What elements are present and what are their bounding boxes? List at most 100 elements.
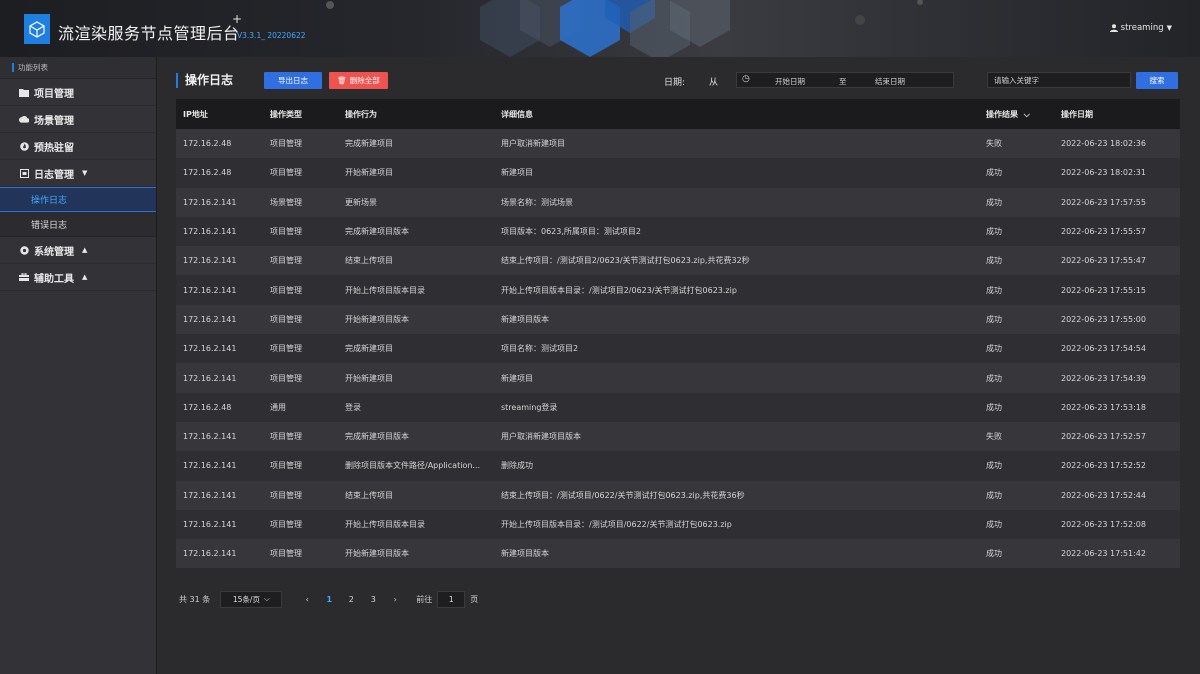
next-page-button[interactable]: ›: [384, 595, 406, 604]
cell-ip: 172.16.2.48: [183, 402, 232, 412]
sidebar-item-log[interactable]: 日志管理 ▼: [0, 160, 156, 187]
delete-all-label: 删除全部: [349, 76, 380, 85]
table-row[interactable]: 172.16.2.141 项目管理 完成新建项目版本 项目版本：0623,所属项目：测…: [176, 216, 1180, 247]
page-size-select[interactable]: 15条/页 ⌵: [220, 590, 283, 608]
caret-down-icon: ▼: [82, 169, 88, 177]
sidebar-item-scene[interactable]: 场景管理: [0, 106, 156, 133]
cube-icon: [29, 21, 45, 38]
cell-action: 更新场景: [345, 197, 377, 207]
cell-detail: 开始上传项目版本目录：/测试项目/0622/关节测试打包0623.zip: [501, 520, 732, 529]
cell-action: 开始新建项目: [345, 373, 393, 383]
cell-ip: 172.16.2.141: [183, 314, 237, 324]
cell-detail: 新建项目: [501, 168, 533, 178]
cell-detail: 删除成功: [501, 461, 533, 471]
cell-result: 成功: [986, 256, 1002, 266]
cell-detail: 结束上传项目：/测试项目/0622/关节测试打包0623.zip,共花费36秒: [501, 490, 745, 500]
sidebar-item-tools[interactable]: 辅助工具 ▲: [0, 264, 156, 291]
end-date-input[interactable]: 结束日期: [875, 76, 905, 87]
table-row[interactable]: 172.16.2.141 项目管理 开始上传项目版本目录 开始上传项目版本目录：/测试…: [176, 509, 1180, 540]
sidebar-subitem-error-log[interactable]: 错误日志: [0, 212, 156, 237]
sidebar-caption: 功能列表: [0, 57, 156, 79]
log-icon: [19, 168, 29, 178]
cell-type: 项目管理: [270, 490, 302, 500]
cell-type: 项目管理: [270, 227, 302, 237]
cell-detail: 新建项目: [501, 373, 533, 383]
page-button-1[interactable]: 1: [318, 595, 340, 604]
cell-action: 完成新建项目版本: [345, 227, 409, 237]
table-row[interactable]: 172.16.2.141 项目管理 开始上传项目版本目录 开始上传项目版本目录：/测试…: [176, 275, 1180, 305]
table-row[interactable]: 172.16.2.141 项目管理 开始新建项目版本 新建项目版本 成功 2022-06-…: [176, 539, 1180, 569]
table-row[interactable]: 172.16.2.141 场景管理 更新场景 场景名称：测试场景 成功 2022-06-2…: [176, 187, 1180, 217]
table-row[interactable]: 172.16.2.48 项目管理 开始新建项目 新建项目 成功 2022-06-23 18…: [176, 158, 1180, 188]
user-menu[interactable]: streaming ▼: [1109, 23, 1172, 33]
sidebar-item-project[interactable]: 项目管理: [0, 79, 156, 106]
table-row[interactable]: 172.16.2.141 项目管理 开始新建项目 新建项目 成功 2022-06-23 1…: [176, 363, 1180, 393]
date-range-picker[interactable]: ◷ 开始日期 至 结束日期: [736, 72, 954, 88]
cell-result: 成功: [986, 197, 1002, 207]
table-row[interactable]: 172.16.2.141 项目管理 完成新建项目版本 用户取消新建项目版本 失败 2022…: [176, 421, 1180, 452]
cell-type: 项目管理: [270, 520, 302, 529]
pagination-total: 共 31 条: [179, 594, 211, 604]
table-row[interactable]: 172.16.2.141 项目管理 结束上传项目 结束上传项目：/测试项目2/0623…: [176, 246, 1180, 276]
column-header-result[interactable]: 操作结果 ⌵: [979, 109, 1054, 120]
table-row[interactable]: 172.16.2.141 项目管理 完成新建项目 项目名称：测试项目2 成功 2022-0…: [176, 334, 1180, 364]
flame-icon: [19, 141, 29, 151]
cell-action: 开始上传项目版本目录: [345, 285, 425, 295]
cell-result: 成功: [986, 549, 1002, 559]
start-date-input[interactable]: 开始日期: [775, 76, 805, 87]
cell-detail: 项目版本：0623,所属项目：测试项目2: [501, 227, 641, 237]
cell-action: 开始新建项目版本: [345, 314, 409, 324]
cell-detail: streaming登录: [501, 402, 558, 412]
cell-action: 开始新建项目版本: [345, 549, 409, 559]
table-row[interactable]: 172.16.2.141 项目管理 结束上传项目 结束上传项目：/测试项目/0622/…: [176, 480, 1180, 510]
cell-date: 2022-06-23 18:02:36: [1061, 139, 1146, 149]
delete-all-button[interactable]: 🗑 删除全部: [329, 72, 388, 89]
sidebar-subitem-operation-log[interactable]: 操作日志: [0, 187, 156, 212]
sidebar-item-system[interactable]: 系统管理 ▲: [0, 237, 156, 264]
search-button[interactable]: 搜索: [1136, 72, 1178, 89]
cell-ip: 172.16.2.141: [183, 285, 237, 295]
table-row[interactable]: 172.16.2.141 项目管理 开始新建项目版本 新建项目版本 成功 2022-06-…: [176, 304, 1180, 335]
search-input[interactable]: [987, 72, 1131, 88]
export-log-button[interactable]: 导出日志: [264, 72, 322, 89]
range-separator: 至: [839, 77, 847, 86]
sidebar-item-label: 项目管理: [34, 88, 74, 100]
page-button-3[interactable]: 3: [362, 595, 384, 604]
cell-detail: 开始上传项目版本目录：/测试项目2/0623/关节测试打包0623.zip: [501, 285, 737, 295]
table-row[interactable]: 172.16.2.141 项目管理 删除项目版本文件路径/Application..…: [176, 451, 1180, 481]
column-header-type: 操作类型: [270, 109, 302, 119]
table-row[interactable]: 172.16.2.48 通用 登录 streaming登录 成功 2022-06-23 1…: [176, 392, 1180, 422]
cell-detail: 场景名称：测试场景: [501, 197, 573, 207]
app-version: V3.3.1_ 20220622: [237, 31, 306, 40]
caret-up-icon: ▲: [82, 246, 88, 254]
cell-result: 成功: [986, 461, 1002, 471]
cell-type: 项目管理: [270, 168, 302, 178]
column-header-result-label: 操作结果: [986, 109, 1018, 119]
cell-ip: 172.16.2.48: [183, 139, 232, 149]
goto-label: 前往: [416, 594, 433, 604]
cell-result: 成功: [986, 344, 1002, 354]
chevron-down-icon: ⌵: [1023, 109, 1030, 119]
header-hex-decoration: [326, 0, 923, 57]
toolbar: 操作日志 导出日志 🗑 删除全部 日期: 从 ◷ 开始日期 至 结束日期 搜索: [176, 71, 1186, 91]
table-row[interactable]: 172.16.2.48 项目管理 完成新建项目 用户取消新建项目 失败 2022-06-2…: [176, 129, 1180, 159]
cell-date: 2022-06-23 17:52:57: [1061, 432, 1146, 442]
goto-page-input[interactable]: 1: [437, 590, 466, 608]
cell-result: 失败: [986, 432, 1002, 442]
prev-page-button[interactable]: ‹: [296, 595, 318, 604]
top-header: 流渲染服务节点管理后台 + V3.3.1_ 20220622 streaming…: [0, 0, 1200, 57]
cell-date: 2022-06-23 17:52:52: [1061, 461, 1146, 471]
from-label: 从: [709, 78, 719, 88]
cell-result: 成功: [986, 285, 1002, 295]
cell-type: 项目管理: [270, 314, 302, 324]
cell-detail: 项目名称：测试项目2: [501, 344, 579, 354]
caret-down-icon: ▼: [1166, 24, 1172, 32]
page-suffix: 页: [470, 594, 479, 604]
cell-type: 项目管理: [270, 549, 302, 559]
sidebar-item-preheat[interactable]: 预热驻留: [0, 133, 156, 160]
cell-type: 场景管理: [270, 197, 302, 207]
cell-ip: 172.16.2.141: [183, 490, 237, 500]
page-button-2[interactable]: 2: [340, 595, 362, 604]
cell-detail: 结束上传项目：/测试项目2/0623/关节测试打包0623.zip,共花费32秒: [501, 256, 750, 266]
column-header-action: 操作行为: [345, 109, 377, 119]
